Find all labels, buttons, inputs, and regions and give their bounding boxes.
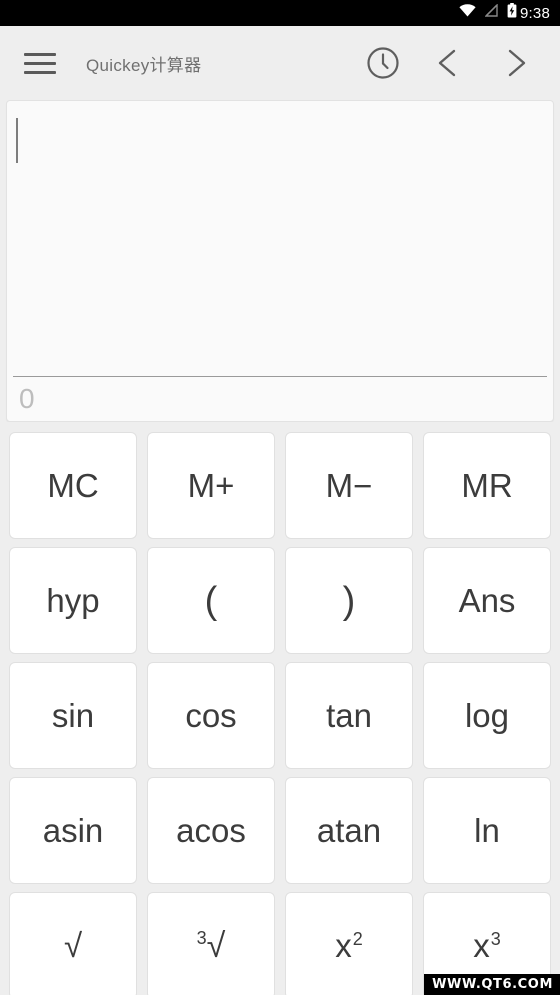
key-hyp-label: hyp — [46, 582, 100, 619]
key-hyp[interactable]: hyp — [9, 547, 137, 654]
key-ln-label: ln — [474, 812, 500, 849]
key-x-squared-base: x — [335, 927, 352, 964]
key-sin-label: sin — [51, 697, 95, 734]
key-open-paren-label: ( — [204, 579, 218, 622]
key-open-paren[interactable]: ( — [147, 547, 275, 654]
key-cos[interactable]: cos — [147, 662, 275, 769]
key-cbrt-index: 3 — [196, 927, 207, 948]
key-m-minus[interactable]: M− — [285, 432, 413, 539]
key-x-squared-label: x2 — [335, 927, 363, 964]
key-ans-label: Ans — [458, 582, 516, 619]
status-bar: 9:38 — [0, 0, 560, 26]
key-mc[interactable]: MC — [9, 432, 137, 539]
key-mc-label: MC — [47, 467, 99, 504]
key-acos-label: acos — [176, 812, 246, 849]
key-cbrt[interactable]: 3 √ — [147, 892, 275, 995]
keypad-row-inverse-trig: asin acos atan ln — [4, 773, 556, 888]
key-sin[interactable]: sin — [9, 662, 137, 769]
key-sqrt[interactable]: √ — [9, 892, 137, 995]
keypad-row-memory: MC M+ M− MR — [4, 428, 556, 543]
keypad-row-trig: sin cos tan log — [4, 658, 556, 773]
key-m-plus[interactable]: M+ — [147, 432, 275, 539]
signal-off-icon — [484, 3, 498, 22]
keypad: MC M+ M− MR hyp ( ) Ans sin cos tan log … — [0, 422, 560, 995]
key-asin-label: asin — [42, 812, 104, 849]
app-title: Quickey计算器 — [86, 55, 202, 75]
calculator-app: 9:38 Quickey计算器 0 MC M+ M− MR hyp () An… — [0, 0, 560, 995]
menu-line-1 — [24, 52, 56, 56]
key-atan[interactable]: atan — [285, 777, 413, 884]
expression-input[interactable] — [17, 113, 543, 159]
key-ans[interactable]: Ans — [423, 547, 551, 654]
menu-line-2 — [24, 61, 56, 65]
hamburger-menu-icon[interactable] — [18, 41, 62, 85]
key-close-paren-label: ) — [342, 579, 356, 622]
battery-charging-icon — [507, 3, 517, 23]
result-area: 0 — [7, 377, 553, 421]
key-m-minus-label: M− — [325, 467, 373, 504]
result-value: 0 — [19, 383, 35, 414]
display-panel[interactable]: 0 — [6, 100, 554, 422]
key-cbrt-radical: √ — [206, 926, 226, 965]
keypad-row-paren: hyp ( ) Ans — [4, 543, 556, 658]
key-x-cubed-base: x — [473, 927, 490, 964]
key-tan[interactable]: tan — [285, 662, 413, 769]
text-caret — [16, 118, 18, 163]
key-log-label: log — [464, 697, 510, 734]
key-m-plus-label: M+ — [187, 467, 235, 504]
key-mr[interactable]: MR — [423, 432, 551, 539]
key-cos-label: cos — [185, 697, 237, 734]
status-bar-clock: 9:38 — [520, 4, 550, 22]
key-cbrt-label: 3 √ — [197, 929, 226, 963]
app-bar-actions — [362, 42, 542, 84]
key-sqrt-label: √ — [63, 927, 83, 964]
key-x-cubed-label: x3 — [473, 927, 501, 964]
key-x-squared[interactable]: x2 — [285, 892, 413, 995]
key-mr-label: MR — [461, 467, 513, 504]
chevron-left-icon[interactable] — [428, 42, 470, 84]
history-clock-icon[interactable] — [362, 42, 404, 84]
chevron-right-icon[interactable] — [494, 42, 536, 84]
app-bar: Quickey计算器 — [0, 26, 560, 100]
menu-line-3 — [24, 70, 56, 74]
key-acos[interactable]: acos — [147, 777, 275, 884]
key-asin[interactable]: asin — [9, 777, 137, 884]
key-tan-label: tan — [326, 697, 372, 734]
key-ln[interactable]: ln — [423, 777, 551, 884]
site-watermark: WWW.QT6.COM — [424, 974, 560, 995]
key-atan-label: atan — [316, 812, 382, 849]
key-log[interactable]: log — [423, 662, 551, 769]
expression-area[interactable] — [7, 101, 553, 376]
status-bar-icons — [459, 3, 517, 23]
key-close-paren[interactable]: ) — [285, 547, 413, 654]
wifi-icon — [459, 4, 476, 22]
